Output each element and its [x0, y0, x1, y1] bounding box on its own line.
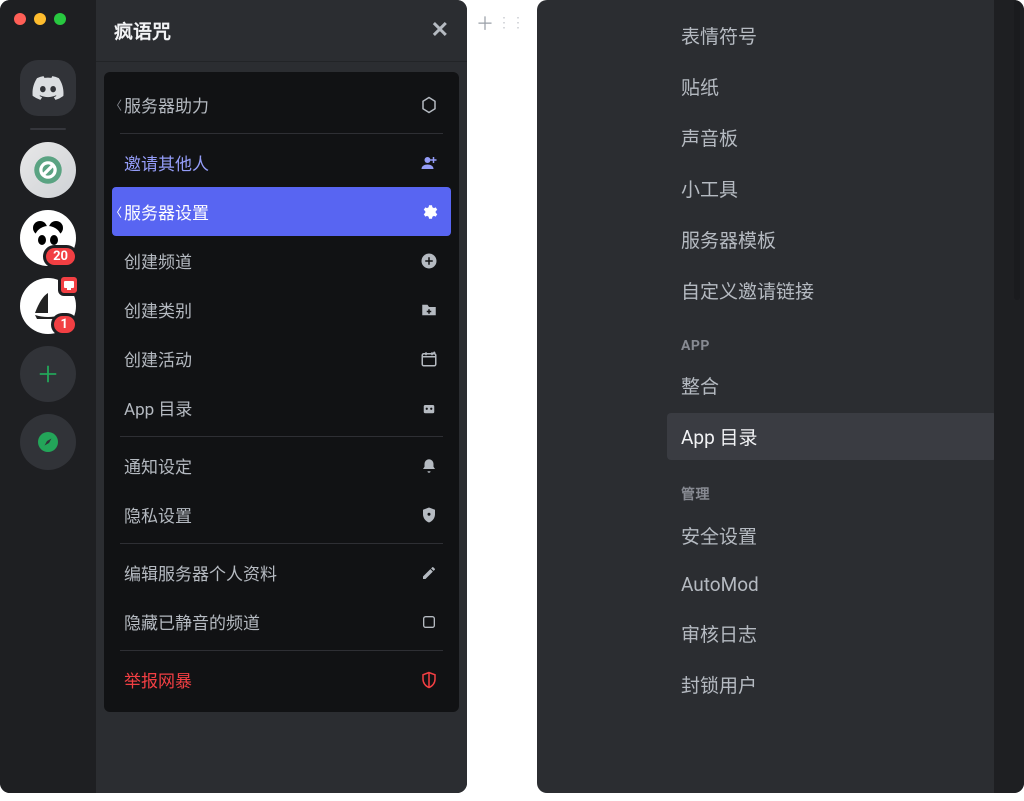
menu-label: 创建类别	[124, 297, 192, 322]
shield-alert-icon	[419, 671, 439, 689]
window-close-dot[interactable]	[14, 13, 26, 25]
chevron-left-icon: 〈	[110, 96, 122, 113]
plus-circle-icon	[419, 252, 439, 270]
settings-item-custom-invite[interactable]: 自定义邀请链接	[667, 267, 997, 314]
menu-create-event[interactable]: 创建活动	[112, 334, 451, 383]
server-title: 疯语咒	[114, 17, 171, 44]
menu-hide-muted-channels[interactable]: 隐藏已静音的频道	[112, 597, 451, 646]
menu-separator	[120, 436, 443, 437]
menu-label: 创建活动	[124, 346, 192, 371]
bell-icon	[419, 457, 439, 475]
menu-notification-settings[interactable]: 通知设定	[112, 441, 451, 490]
close-icon[interactable]: ✕	[431, 18, 449, 43]
server-separator	[30, 128, 66, 130]
menu-separator	[120, 543, 443, 544]
add-server-button[interactable]	[20, 346, 76, 402]
scrollbar[interactable]	[1014, 0, 1020, 300]
notification-badge: 1	[51, 313, 78, 336]
settings-item-soundboard[interactable]: 声音板	[667, 114, 997, 161]
menu-app-directory[interactable]: App 目录	[112, 383, 451, 432]
settings-item-emoji[interactable]: 表情符号	[667, 12, 997, 59]
gear-icon	[419, 203, 439, 221]
settings-item-audit-log[interactable]: 审核日志	[667, 610, 997, 657]
invite-person-icon	[419, 154, 439, 172]
menu-separator	[120, 650, 443, 651]
menu-label: 服务器助力	[124, 92, 209, 117]
discord-home-button[interactable]	[20, 60, 76, 116]
folder-plus-icon	[419, 301, 439, 319]
settings-item-template[interactable]: 服务器模板	[667, 216, 997, 263]
server-list: 20 1	[0, 0, 96, 793]
drag-grid-icon[interactable]: ⋮⋮	[502, 14, 520, 32]
checkbox-empty-icon	[419, 614, 439, 630]
server-avatar-2[interactable]: 20	[20, 210, 76, 266]
menu-label: 编辑服务器个人资料	[124, 560, 277, 585]
server-header[interactable]: 疯语咒 ✕	[96, 0, 467, 62]
menu-server-boost[interactable]: 〈 服务器助力	[112, 80, 451, 129]
window-traffic-lights	[14, 13, 66, 25]
pencil-icon	[419, 565, 439, 581]
settings-item-bans[interactable]: 封锁用户	[667, 661, 997, 708]
menu-label: 隐私设置	[124, 502, 192, 527]
settings-item-widget[interactable]: 小工具	[667, 165, 997, 212]
robot-icon	[419, 399, 439, 417]
menu-label: 举报网暴	[124, 667, 192, 692]
menu-label: App 目录	[124, 395, 192, 420]
plus-icon	[37, 363, 59, 385]
menu-label: 通知设定	[124, 453, 192, 478]
settings-item-safety[interactable]: 安全设置	[667, 512, 997, 559]
boost-icon	[419, 96, 439, 114]
settings-item-app-directory[interactable]: App 目录	[667, 413, 997, 460]
menu-create-channel[interactable]: 创建频道	[112, 236, 451, 285]
tab-controls: ＋ ⋮⋮	[476, 14, 520, 32]
server-avatar-1[interactable]	[20, 142, 76, 198]
settings-item-stickers[interactable]: 贴纸	[667, 63, 997, 110]
compass-icon	[36, 430, 60, 454]
discord-logo-icon	[32, 76, 64, 100]
menu-label: 邀请其他人	[124, 150, 209, 175]
menu-edit-server-profile[interactable]: 编辑服务器个人资料	[112, 548, 451, 597]
channel-panel: 疯语咒 ✕ 〈 服务器助力 邀请其他人 〈 服务器设置 创建频道	[96, 0, 467, 793]
discord-main-window: 20 1 疯语咒 ✕ 〈 服务器助力	[0, 0, 467, 793]
server-avatar-3[interactable]: 1	[20, 278, 76, 334]
chevron-left-icon: 〈	[110, 203, 122, 220]
menu-create-category[interactable]: 创建类别	[112, 285, 451, 334]
notification-badge: 20	[43, 245, 78, 268]
calendar-plus-icon	[419, 350, 439, 368]
server-context-menu: 〈 服务器助力 邀请其他人 〈 服务器设置 创建频道 创建类别	[104, 72, 459, 712]
menu-label: 创建频道	[124, 248, 192, 273]
avatar-image-icon	[33, 155, 63, 185]
server-settings-window: 表情符号 贴纸 声音板 小工具 服务器模板 自定义邀请链接 APP 整合 App…	[537, 0, 1024, 793]
settings-item-integrations[interactable]: 整合	[667, 362, 997, 409]
menu-separator	[120, 133, 443, 134]
menu-label: 服务器设置	[124, 199, 209, 224]
explore-button[interactable]	[20, 414, 76, 470]
menu-server-settings[interactable]: 〈 服务器设置	[112, 187, 451, 236]
settings-item-automod[interactable]: AutoMod	[667, 563, 997, 606]
menu-report-raid[interactable]: 举报网暴	[112, 655, 451, 704]
shield-star-icon	[419, 506, 439, 524]
window-minimize-dot[interactable]	[34, 13, 46, 25]
status-indicator-icon	[58, 274, 80, 296]
menu-invite-people[interactable]: 邀请其他人	[112, 138, 451, 187]
window-maximize-dot[interactable]	[54, 13, 66, 25]
menu-label: 隐藏已静音的频道	[124, 609, 260, 634]
settings-category-moderation: 管理	[667, 464, 997, 512]
new-tab-plus-icon[interactable]: ＋	[476, 14, 494, 32]
menu-privacy-settings[interactable]: 隐私设置	[112, 490, 451, 539]
settings-category-app: APP	[667, 318, 997, 362]
settings-sidebar: 表情符号 贴纸 声音板 小工具 服务器模板 自定义邀请链接 APP 整合 App…	[667, 12, 997, 712]
